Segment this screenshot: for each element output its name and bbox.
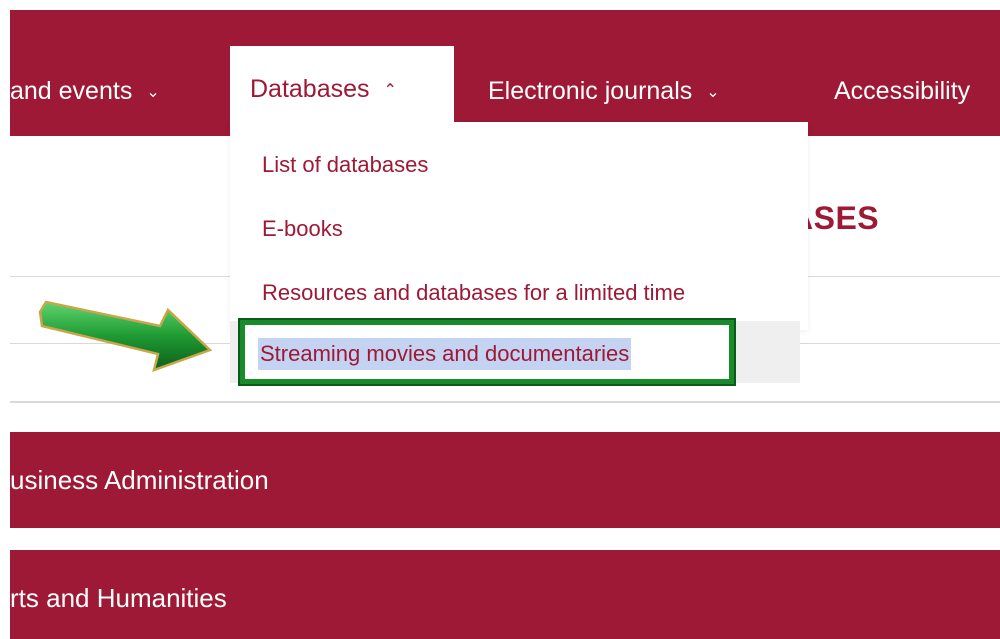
databases-dropdown-menu: List of databases E-books Resources and … [230, 122, 808, 330]
nav-item-databases[interactable]: Databases ⌃ [230, 46, 454, 124]
menu-item-limited-time-resources[interactable]: Resources and databases for a limited ti… [262, 280, 685, 306]
chevron-up-icon: ⌃ [383, 82, 397, 99]
nav-item-label: and events [10, 77, 133, 105]
category-arts-and-humanities[interactable]: rts and Humanities [10, 550, 1000, 639]
nav-item-accessibility[interactable]: Accessibility [834, 48, 970, 134]
menu-item-e-books[interactable]: E-books [262, 216, 343, 242]
page: and events ⌄ Electronic journals ⌄ Accessi… [0, 0, 1000, 639]
menu-item-streaming-movies[interactable]: Streaming movies and documentaries [258, 338, 632, 370]
nav-item-label: Accessibility [834, 77, 971, 105]
nav-item-label: Electronic journals [488, 77, 693, 105]
category-business-administration[interactable]: usiness Administration [10, 432, 1000, 528]
menu-item-list-of-databases[interactable]: List of databases [262, 152, 428, 178]
chevron-down-icon: ⌄ [146, 84, 160, 101]
nav-item-label: Databases [250, 75, 370, 103]
divider [10, 401, 1000, 403]
nav-item-news-and-events[interactable]: and events ⌄ [10, 48, 160, 134]
arrow-right-icon [38, 300, 213, 372]
